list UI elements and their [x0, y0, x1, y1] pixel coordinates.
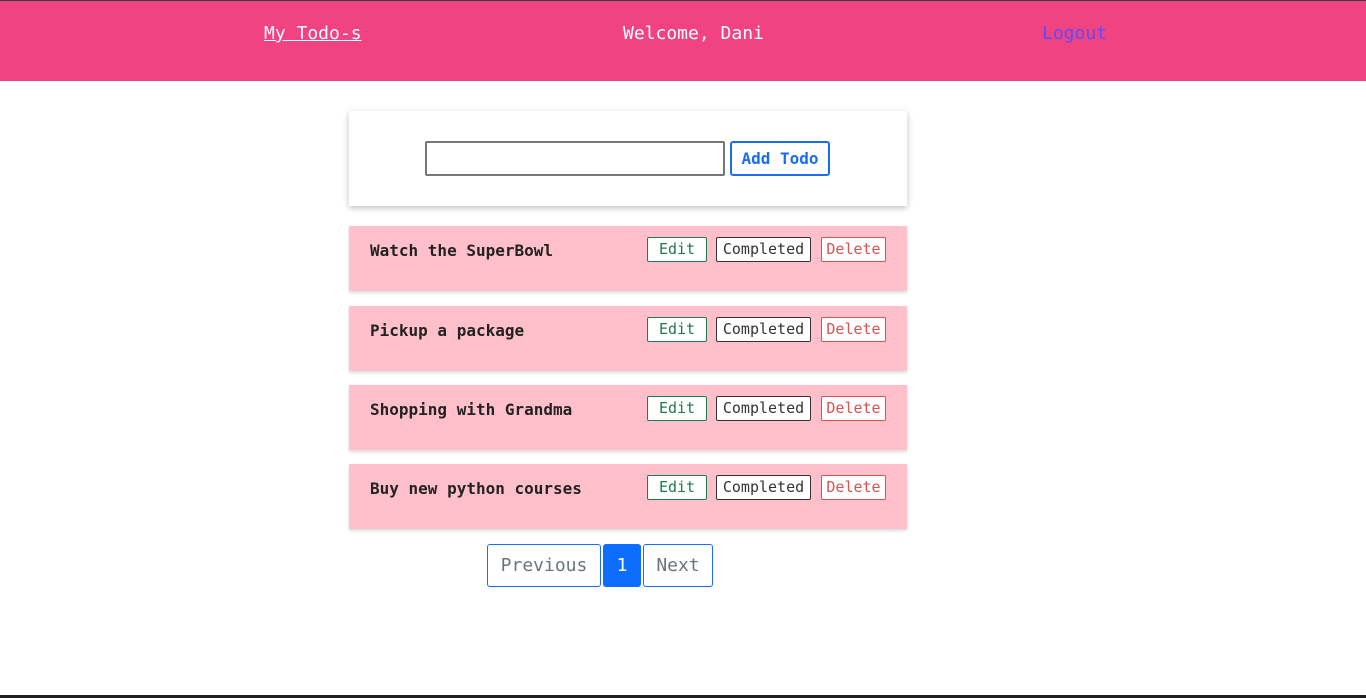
completed-button[interactable]: Completed	[716, 396, 811, 421]
logout-link[interactable]: Logout	[1042, 23, 1107, 44]
todo-text: Watch the SuperBowl	[370, 241, 554, 260]
completed-button[interactable]: Completed	[716, 237, 811, 262]
delete-button[interactable]: Delete	[821, 237, 886, 262]
edit-button[interactable]: Edit	[647, 237, 707, 262]
page: My Todo-s Welcome, Dani Logout Add Todo …	[0, 0, 1366, 698]
edit-button[interactable]: Edit	[647, 396, 707, 421]
todo-item: Pickup a package Edit Completed Delete	[349, 306, 907, 371]
todo-item: Buy new python courses Edit Completed De…	[349, 464, 907, 529]
todo-item: Watch the SuperBowl Edit Completed Delet…	[349, 226, 907, 291]
page-1-button[interactable]: 1	[603, 544, 641, 587]
delete-button[interactable]: Delete	[821, 317, 886, 342]
add-todo-button[interactable]: Add Todo	[730, 141, 830, 176]
edit-button[interactable]: Edit	[647, 475, 707, 500]
welcome-text: Welcome, Dani	[623, 23, 764, 44]
completed-button[interactable]: Completed	[716, 475, 811, 500]
todo-text: Shopping with Grandma	[370, 400, 573, 419]
todo-item: Shopping with Grandma Edit Completed Del…	[349, 385, 907, 450]
todo-text: Buy new python courses	[370, 479, 582, 498]
previous-page-button[interactable]: Previous	[487, 544, 601, 587]
next-page-button[interactable]: Next	[643, 544, 713, 587]
todo-text: Pickup a package	[370, 321, 525, 340]
todo-input[interactable]	[425, 141, 725, 176]
brand-link[interactable]: My Todo-s	[264, 23, 362, 44]
completed-button[interactable]: Completed	[716, 317, 811, 342]
add-todo-card: Add Todo	[349, 111, 907, 206]
header-bar: My Todo-s Welcome, Dani Logout	[0, 0, 1366, 81]
delete-button[interactable]: Delete	[821, 475, 886, 500]
edit-button[interactable]: Edit	[647, 317, 707, 342]
delete-button[interactable]: Delete	[821, 396, 886, 421]
